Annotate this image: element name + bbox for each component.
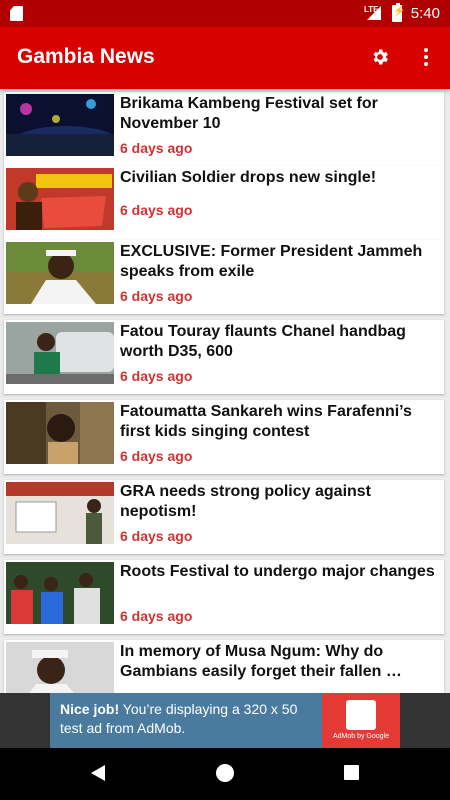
battery-charging-icon xyxy=(392,3,405,22)
article-time: 6 days ago xyxy=(120,202,193,218)
article-time: 6 days ago xyxy=(120,368,193,384)
recents-icon[interactable] xyxy=(344,765,359,780)
app-bar: Gambia News xyxy=(0,27,450,89)
sd-card-icon xyxy=(10,6,23,21)
article-time: 6 days ago xyxy=(120,288,193,304)
more-vert-icon[interactable] xyxy=(416,47,436,67)
article-headline: Roots Festival to undergo major changes xyxy=(120,563,435,580)
article-time: 6 days ago xyxy=(120,140,193,156)
gear-icon[interactable] xyxy=(370,47,390,67)
admob-icon xyxy=(346,700,376,730)
news-item[interactable]: GRA needs strong policy against nepotism… xyxy=(4,480,444,554)
article-thumbnail xyxy=(6,482,114,544)
news-list: Brikama Kambeng Festival set for Novembe… xyxy=(0,89,450,693)
article-headline: In memory of Musa Ngum: Why do Gambians … xyxy=(120,643,402,680)
article-headline: Fatoumatta Sankareh wins Farafenni’s fir… xyxy=(120,403,412,440)
ad-area: Nice job! You’re displaying a 320 x 50 t… xyxy=(0,693,450,748)
article-headline: Fatou Touray flaunts Chanel handbag wort… xyxy=(120,323,406,360)
article-time: 6 days ago xyxy=(120,528,193,544)
article-thumbnail xyxy=(6,402,114,464)
clock: 5:40 xyxy=(410,5,440,22)
news-item[interactable]: EXCLUSIVE: Former President Jammeh speak… xyxy=(4,240,444,314)
news-item[interactable]: Fatou Touray flaunts Chanel handbag wort… xyxy=(4,320,444,394)
news-item[interactable]: Fatoumatta Sankareh wins Farafenni’s fir… xyxy=(4,400,444,474)
article-thumbnail xyxy=(6,168,114,230)
news-item[interactable]: Roots Festival to undergo major changes … xyxy=(4,560,444,634)
article-time: 6 days ago xyxy=(120,448,193,464)
admob-caption: AdMob by Google xyxy=(332,733,390,740)
signal-icon xyxy=(367,6,381,20)
app-title: Gambia News xyxy=(17,45,155,68)
article-headline: Civilian Soldier drops new single! xyxy=(120,169,377,186)
article-time: 6 days ago xyxy=(120,608,193,624)
admob-logo: AdMob by Google xyxy=(322,693,400,748)
ad-text-bold: Nice job! xyxy=(60,701,120,717)
home-icon[interactable] xyxy=(216,764,234,782)
back-icon[interactable] xyxy=(91,765,105,781)
article-headline: EXCLUSIVE: Former President Jammeh speak… xyxy=(120,243,423,280)
ad-text: Nice job! You’re displaying a 320 x 50 t… xyxy=(60,700,322,738)
article-thumbnail xyxy=(6,562,114,624)
article-headline: Brikama Kambeng Festival set for Novembe… xyxy=(120,95,378,132)
article-thumbnail xyxy=(6,322,114,384)
article-thumbnail xyxy=(6,642,114,693)
screen: LTE 5:40 Gambia News Brikama Kambeng Fes xyxy=(0,0,450,800)
nav-bar xyxy=(0,748,450,800)
news-item[interactable]: Civilian Soldier drops new single! 6 day… xyxy=(4,166,444,240)
status-bar: LTE 5:40 xyxy=(0,0,450,27)
news-item[interactable]: Brikama Kambeng Festival set for Novembe… xyxy=(4,92,444,166)
article-thumbnail xyxy=(6,94,114,156)
article-headline: GRA needs strong policy against nepotism… xyxy=(120,483,372,520)
article-thumbnail xyxy=(6,242,114,304)
ad-banner[interactable]: Nice job! You’re displaying a 320 x 50 t… xyxy=(50,693,400,748)
news-item[interactable]: In memory of Musa Ngum: Why do Gambians … xyxy=(4,640,444,693)
